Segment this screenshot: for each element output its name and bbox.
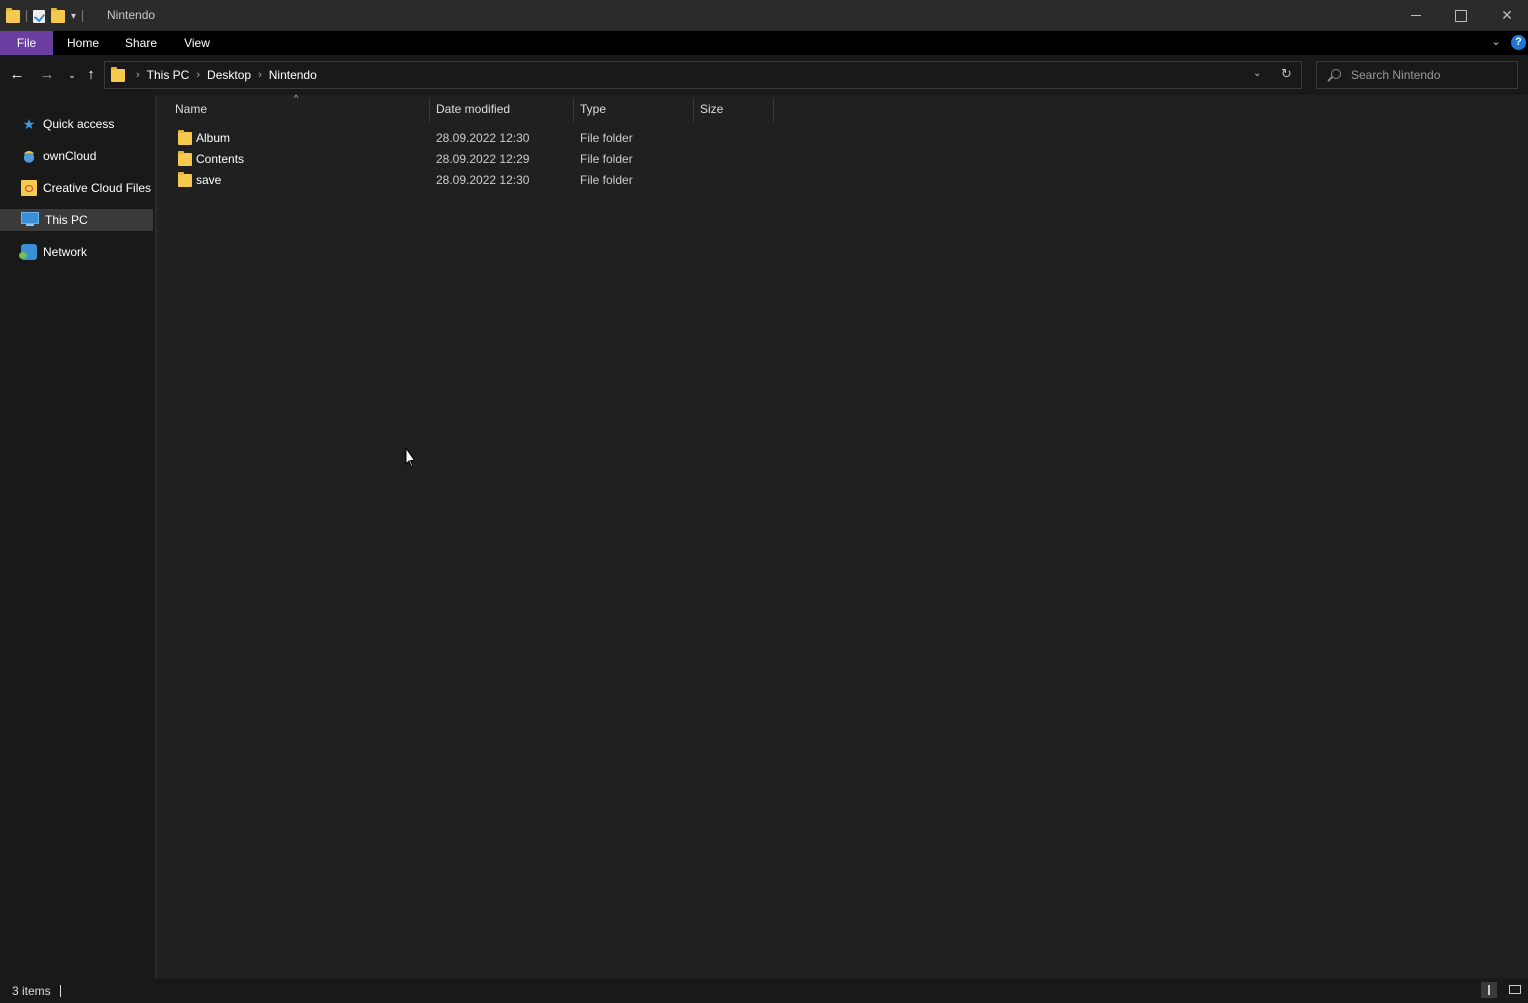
minimize-icon	[1411, 15, 1421, 16]
file-name: Album	[196, 131, 231, 145]
quick-access-toolbar: ▾	[6, 7, 84, 25]
tab-file[interactable]: File	[0, 31, 53, 55]
customize-toolbar-icon[interactable]: ▾	[71, 11, 76, 22]
search-icon	[1331, 69, 1341, 79]
location-folder-icon	[111, 67, 125, 82]
sidebar-item-label: Quick access	[43, 117, 115, 131]
file-date-modified: 28.09.2022 12:30	[436, 131, 530, 145]
sidebar-item-label: Network	[43, 245, 88, 259]
refresh-icon[interactable]: ↻	[1281, 66, 1292, 82]
tab-home[interactable]: Home	[57, 31, 109, 55]
column-header-size[interactable]: Size	[700, 99, 723, 120]
sidebar-item-quick-access[interactable]: ★ Quick access	[0, 113, 153, 135]
folder-icon	[178, 151, 192, 166]
sidebar-item-creative-cloud-files[interactable]: Creative Cloud Files	[0, 177, 153, 199]
column-header-date-modified[interactable]: Date modified	[436, 99, 510, 120]
forward-button[interactable]: →	[37, 65, 57, 85]
folder-icon	[178, 130, 192, 145]
sidebar-item-this-pc[interactable]: This PC	[0, 209, 153, 231]
details-view-icon[interactable]	[1481, 982, 1497, 998]
search-input[interactable]	[1351, 67, 1511, 83]
sidebar-item-network[interactable]: Network	[0, 241, 153, 263]
breadcrumb: › This PC › Desktop › Nintendo	[129, 62, 317, 88]
back-button[interactable]: ←	[7, 65, 27, 85]
breadcrumb-this-pc[interactable]: This PC	[147, 68, 190, 82]
tab-share[interactable]: Share	[113, 31, 169, 55]
column-divider[interactable]	[693, 98, 694, 122]
file-date-modified: 28.09.2022 12:29	[436, 152, 530, 166]
column-header-type[interactable]: Type	[580, 99, 606, 120]
tab-view[interactable]: View	[173, 31, 221, 55]
toolbar-divider	[82, 10, 84, 22]
address-bar[interactable]: › This PC › Desktop › Nintendo ⌄ ↻	[104, 61, 1302, 89]
search-box[interactable]	[1316, 61, 1518, 89]
sidebar-item-label: Creative Cloud Files	[43, 181, 152, 195]
file-name: save	[196, 173, 222, 187]
file-type: File folder	[580, 131, 633, 145]
chevron-right-icon[interactable]: ›	[136, 69, 140, 81]
breadcrumb-nintendo[interactable]: Nintendo	[269, 68, 317, 82]
folder-icon	[178, 172, 192, 187]
breadcrumb-desktop[interactable]: Desktop	[207, 68, 251, 82]
sidebar-item-label: ownCloud	[43, 149, 97, 163]
file-date-modified: 28.09.2022 12:30	[436, 173, 530, 187]
sort-ascending-icon: ^	[294, 93, 299, 103]
column-divider[interactable]	[429, 98, 430, 122]
file-type: File folder	[580, 173, 633, 187]
properties-icon[interactable]	[33, 9, 45, 23]
status-divider	[60, 985, 61, 997]
sidebar-item-label: This PC	[45, 213, 88, 227]
close-icon: ✕	[1501, 7, 1513, 23]
network-icon	[19, 244, 37, 260]
toolbar-divider	[26, 10, 27, 22]
item-count: 3 items	[12, 984, 51, 998]
column-divider[interactable]	[773, 98, 774, 122]
cursor-arrow-icon	[405, 448, 413, 468]
file-row[interactable]: Contents 28.09.2022 12:29 File folder	[170, 149, 774, 170]
status-bar: 3 items	[0, 978, 1528, 1003]
owncloud-icon	[21, 148, 37, 164]
address-history-icon[interactable]: ⌄	[1253, 68, 1261, 79]
file-name: Contents	[196, 152, 245, 166]
title-bar: ▾ Nintendo ✕	[0, 0, 1528, 31]
column-header-name[interactable]: Name	[175, 99, 207, 120]
up-button[interactable]: ↑	[81, 65, 101, 85]
minimize-button[interactable]	[1393, 0, 1439, 31]
navigation-pane: ★ Quick access ownCloud Creative Cloud F…	[0, 95, 155, 978]
creative-cloud-icon	[21, 180, 37, 196]
maximize-button[interactable]	[1438, 0, 1484, 31]
navigation-bar: ← → ⌄ ↑ › This PC › Desktop › Nintendo ⌄…	[0, 55, 1528, 95]
window-title: Nintendo	[107, 8, 156, 22]
help-icon[interactable]: ?	[1511, 35, 1526, 50]
close-button[interactable]: ✕	[1484, 0, 1528, 31]
maximize-icon	[1455, 9, 1467, 22]
expand-ribbon-icon[interactable]: ⌄	[1489, 35, 1503, 49]
pane-divider[interactable]	[155, 95, 157, 978]
column-divider[interactable]	[573, 98, 574, 122]
star-icon: ★	[22, 116, 36, 132]
new-folder-icon[interactable]	[51, 7, 65, 23]
chevron-right-icon[interactable]: ›	[258, 69, 262, 81]
file-row[interactable]: save 28.09.2022 12:30 File folder	[170, 170, 774, 191]
folder-icon	[6, 7, 20, 23]
recent-locations-icon[interactable]: ⌄	[62, 65, 82, 85]
chevron-right-icon[interactable]: ›	[196, 69, 200, 81]
large-icons-view-icon[interactable]	[1507, 982, 1523, 998]
ribbon-tabs: File Home Share View ⌄ ?	[0, 31, 1528, 55]
computer-icon	[21, 212, 39, 226]
file-type: File folder	[580, 152, 633, 166]
file-row[interactable]: Album 28.09.2022 12:30 File folder	[170, 128, 774, 149]
sidebar-item-owncloud[interactable]: ownCloud	[0, 145, 153, 167]
